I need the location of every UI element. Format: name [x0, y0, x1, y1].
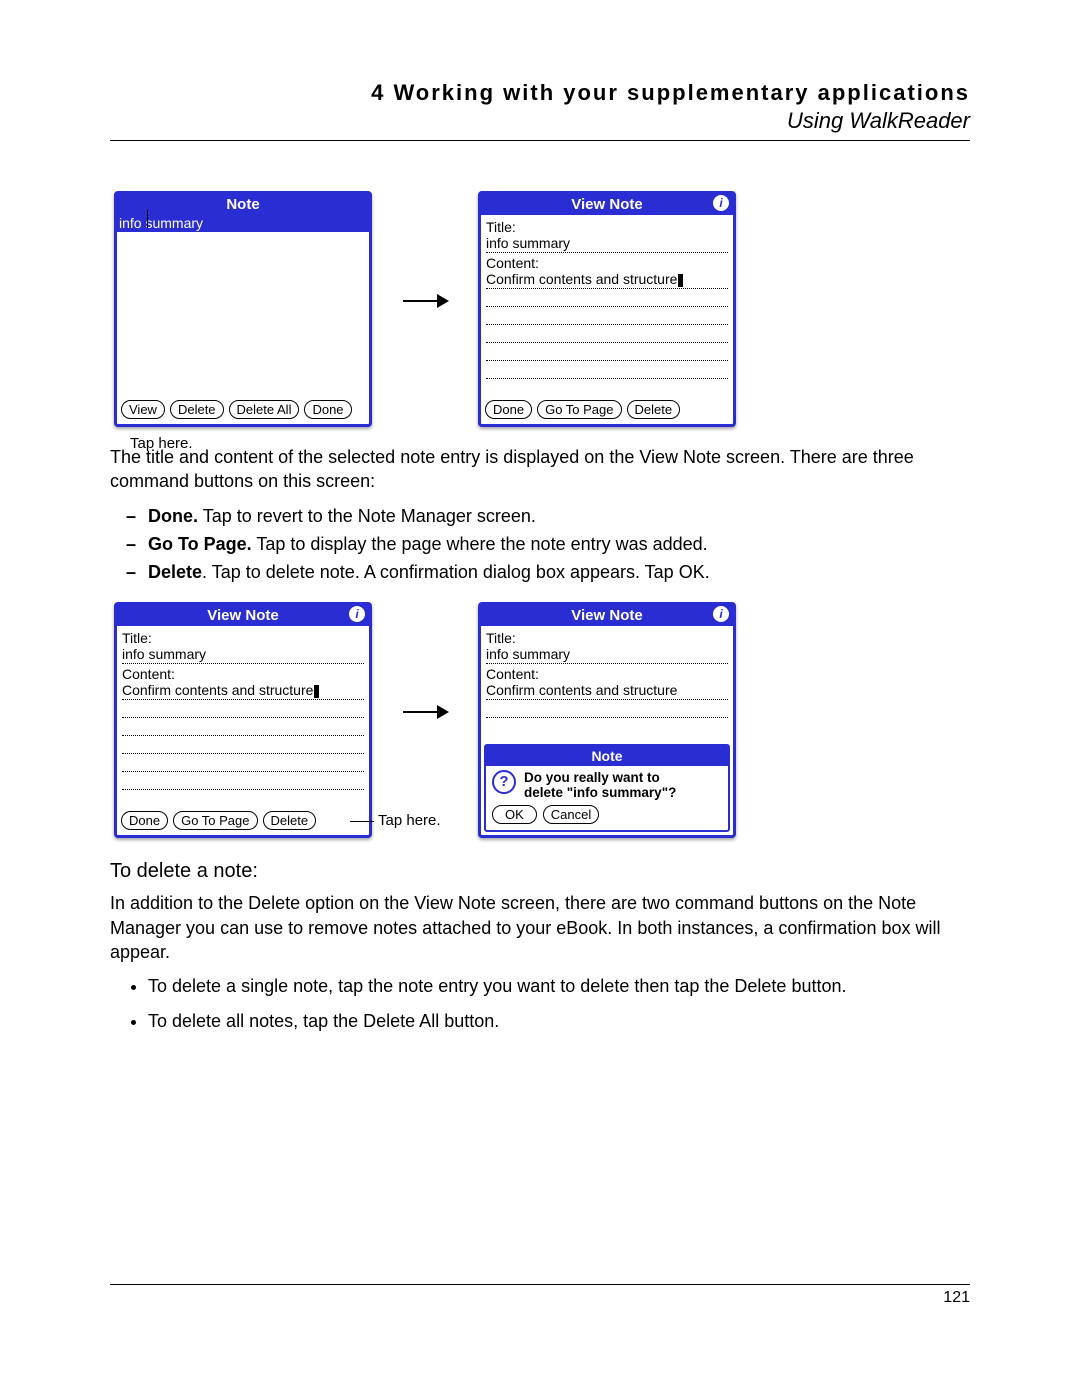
dialog-message: Do you really want to delete "info summa…	[524, 770, 676, 800]
content-line[interactable]	[486, 343, 728, 361]
question-icon: ?	[492, 770, 516, 794]
command-list: Done. Tap to revert to the Note Manager …	[110, 504, 970, 585]
title-value[interactable]: info summary	[486, 646, 728, 664]
content-value[interactable]: Confirm contents and structure	[486, 682, 728, 700]
view-note-title: View Note	[571, 607, 642, 624]
title-value[interactable]: info summary	[122, 646, 364, 664]
view-note-screen: View Note i Title: info summary Content:…	[114, 602, 372, 838]
note-manager-screen: Note info summary View Delete Delete All…	[114, 191, 372, 427]
done-button[interactable]: Done	[121, 811, 168, 830]
chapter-number: 4	[371, 80, 385, 105]
text-cursor-icon	[678, 274, 683, 287]
paragraph: In addition to the Delete option on the …	[110, 891, 970, 964]
intro-paragraph: The title and content of the selected no…	[110, 445, 970, 494]
content-line[interactable]	[122, 718, 364, 736]
title-label: Title:	[486, 219, 728, 235]
view-note-screen: View Note i Title: info summary Content:…	[478, 191, 736, 427]
arrow-right-icon	[401, 702, 449, 727]
done-button[interactable]: Done	[304, 400, 351, 419]
title-label: Title:	[122, 630, 364, 646]
content-line[interactable]	[122, 736, 364, 754]
callout-tick	[147, 210, 148, 228]
go-to-page-button[interactable]: Go To Page	[537, 400, 621, 419]
delete-button[interactable]: Delete	[170, 400, 224, 419]
body-text: To delete a note: In addition to the Del…	[110, 858, 970, 1032]
body-text: The title and content of the selected no…	[110, 445, 970, 584]
done-button[interactable]: Done	[485, 400, 532, 419]
content-line[interactable]	[486, 379, 728, 396]
content-line[interactable]	[122, 700, 364, 718]
list-item: Go To Page. Tap to display the page wher…	[148, 532, 970, 556]
delete-button[interactable]: Delete	[263, 811, 317, 830]
content-label: Content:	[486, 255, 728, 271]
section-title: Using WalkReader	[110, 108, 970, 134]
cancel-button[interactable]: Cancel	[543, 805, 599, 824]
list-item: Done. Tap to revert to the Note Manager …	[148, 504, 970, 528]
view-note-title: View Note	[571, 196, 642, 213]
delete-button[interactable]: Delete	[627, 400, 681, 419]
content-line[interactable]	[122, 790, 364, 807]
page-number: 121	[943, 1289, 970, 1306]
content-line[interactable]	[122, 754, 364, 772]
arrow-right-icon	[401, 291, 449, 316]
text-cursor-icon	[314, 685, 319, 698]
delete-all-button[interactable]: Delete All	[229, 400, 300, 419]
list-item: Delete. Tap to delete note. A confirmati…	[148, 560, 970, 584]
page-footer: 121	[110, 1284, 970, 1307]
go-to-page-button[interactable]: Go To Page	[173, 811, 257, 830]
content-line[interactable]	[486, 325, 728, 343]
note-manager-titlebar: Note	[117, 194, 369, 215]
tap-here-callout: Tap here.	[130, 435, 193, 452]
chapter-title: Working with your supplementary applicat…	[393, 80, 970, 105]
list-item: To delete all notes, tap the Delete All …	[148, 1009, 970, 1033]
manual-page: 4 Working with your supplementary applic…	[0, 0, 1080, 1397]
content-line[interactable]	[486, 700, 728, 718]
content-label: Content:	[486, 666, 728, 682]
tap-here-callout: Tap here.	[350, 812, 441, 839]
title-value[interactable]: info summary	[486, 235, 728, 253]
dialog-titlebar: Note	[486, 746, 728, 766]
screens-row-1: Note info summary View Delete Delete All…	[110, 191, 970, 427]
note-manager-title: Note	[226, 196, 259, 213]
content-line[interactable]	[486, 307, 728, 325]
info-icon[interactable]: i	[349, 606, 365, 622]
content-value[interactable]: Confirm contents and structure	[122, 682, 364, 700]
content-line[interactable]	[486, 361, 728, 379]
content-line[interactable]	[486, 289, 728, 307]
view-note-title: View Note	[207, 607, 278, 624]
ok-button[interactable]: OK	[492, 805, 537, 824]
info-icon[interactable]: i	[713, 606, 729, 622]
title-label: Title:	[486, 630, 728, 646]
content-line[interactable]	[122, 772, 364, 790]
note-entry-selected[interactable]: info summary	[117, 215, 369, 232]
view-button[interactable]: View	[121, 400, 165, 419]
page-header: 4 Working with your supplementary applic…	[110, 80, 970, 141]
subheading: To delete a note:	[110, 858, 970, 885]
screens-row-2: View Note i Title: info summary Content:…	[110, 602, 970, 838]
bullet-list: To delete a single note, tap the note en…	[110, 974, 970, 1033]
info-icon[interactable]: i	[713, 195, 729, 211]
list-item: To delete a single note, tap the note en…	[148, 974, 970, 998]
content-label: Content:	[122, 666, 364, 682]
view-note-with-dialog: View Note i Title: info summary Content:…	[478, 602, 736, 838]
confirm-delete-dialog: Note ? Do you really want to delete "inf…	[484, 744, 730, 832]
callout-leader-line	[350, 821, 374, 822]
content-value[interactable]: Confirm contents and structure	[486, 271, 728, 289]
